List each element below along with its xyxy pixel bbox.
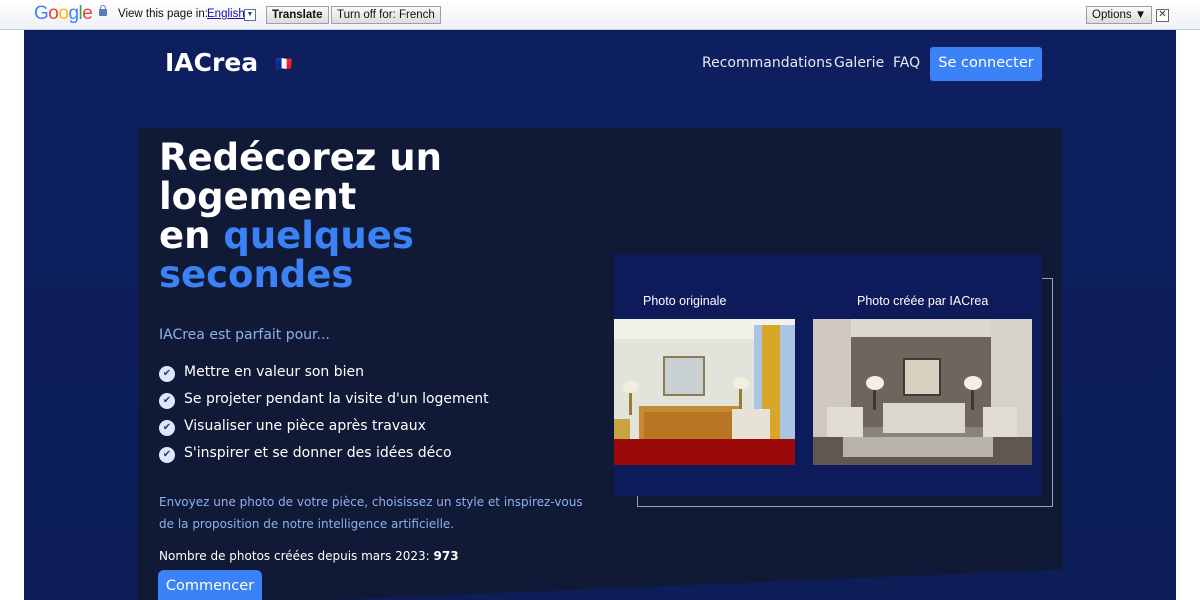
nav-recommandations[interactable]: Recommandations bbox=[702, 55, 832, 71]
lock-icon bbox=[99, 5, 107, 16]
nav-faq[interactable]: FAQ bbox=[893, 55, 920, 71]
language-select[interactable]: English bbox=[207, 8, 245, 20]
feature-text: Visualiser une pièce après travaux bbox=[184, 418, 426, 434]
feature-text: Se projeter pendant la visite d'un logem… bbox=[184, 391, 489, 407]
language-dropdown-icon[interactable]: ▼ bbox=[244, 9, 256, 21]
feature-text: Mettre en valeur son bien bbox=[184, 364, 365, 380]
hero-title-en: en bbox=[159, 214, 211, 257]
check-icon: ✔ bbox=[159, 393, 175, 409]
translate-button[interactable]: Translate bbox=[266, 6, 329, 24]
hero-title-line: Redécorez un logement bbox=[159, 136, 442, 218]
original-room-photo bbox=[614, 319, 795, 465]
nav-galerie[interactable]: Galerie bbox=[834, 55, 884, 71]
translate-bar: Google View this page in: English ▼ Tran… bbox=[0, 0, 1200, 30]
start-button[interactable]: Commencer bbox=[158, 570, 262, 600]
ai-caption: Photo créée par IACrea bbox=[857, 294, 989, 308]
options-button[interactable]: Options ▼ bbox=[1086, 6, 1153, 24]
site: IACrea 🇫🇷 Recommandations Galerie FAQ Se… bbox=[24, 30, 1176, 600]
french-flag-icon[interactable]: 🇫🇷 bbox=[276, 57, 292, 72]
hero-subtitle: IACrea est parfait pour... bbox=[159, 327, 330, 343]
counter-value: 973 bbox=[433, 549, 459, 563]
view-page-label: View this page in: bbox=[118, 8, 208, 20]
check-icon: ✔ bbox=[159, 366, 175, 382]
ai-room-photo bbox=[813, 319, 1032, 465]
original-caption: Photo originale bbox=[643, 294, 727, 308]
login-button[interactable]: Se connecter bbox=[930, 47, 1042, 81]
check-icon: ✔ bbox=[159, 447, 175, 463]
turn-off-button[interactable]: Turn off for: French bbox=[331, 6, 441, 24]
hero-title: Redécorez un logement en quelques second… bbox=[159, 138, 519, 294]
brand-logo[interactable]: IACrea bbox=[165, 48, 258, 77]
feature-text: S'inspirer et se donner des idées déco bbox=[184, 445, 452, 461]
counter-label: Nombre de photos créées depuis mars 2023… bbox=[159, 549, 430, 563]
google-logo: Google bbox=[34, 3, 93, 24]
photo-counter: Nombre de photos créées depuis mars 2023… bbox=[159, 549, 459, 563]
before-after-image: Photo originale Photo créée par IACrea bbox=[614, 254, 1042, 496]
check-icon: ✔ bbox=[159, 420, 175, 436]
hero-description: Envoyez une photo de votre pièce, choisi… bbox=[159, 495, 583, 531]
close-icon[interactable]: ✕ bbox=[1156, 9, 1169, 22]
